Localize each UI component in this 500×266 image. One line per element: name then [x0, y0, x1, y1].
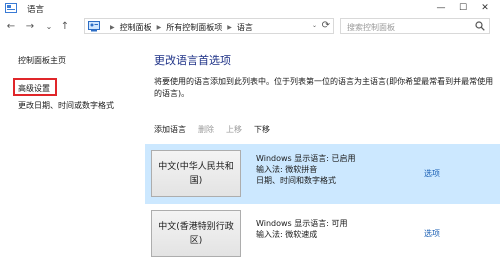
back-arrow-icon[interactable]: ←: [4, 19, 18, 33]
breadcrumb-item[interactable]: 所有控制面板项: [166, 22, 222, 33]
language-details: Windows 显示语言: 已启用 输入法: 微软拼音 日期、时间和数字格式: [256, 153, 356, 186]
sidebar-item-change-date-time-format[interactable]: 更改日期、时间或数字格式: [18, 100, 114, 111]
navigation-bar: ← → ⌄ ↑ ▶ 控制面板 ▶ 所有控制面板项 ▶ 语言 ⌄ ⟳ 搜索控制面板: [0, 16, 500, 36]
refresh-icon[interactable]: ⟳: [322, 20, 330, 31]
input-method: 输入法: 微软拼音: [256, 165, 318, 174]
forward-arrow-icon[interactable]: →: [23, 19, 37, 33]
language-toolbar: 添加语言 删除 上移 下移: [154, 124, 282, 135]
add-language-button[interactable]: 添加语言: [154, 124, 186, 135]
sidebar-item-control-panel-home[interactable]: 控制面板主页: [18, 55, 66, 66]
move-up-button[interactable]: 上移: [226, 124, 242, 135]
address-dropdown-icon[interactable]: ⌄: [312, 22, 317, 29]
main-content: 更改语言首选项 将要使用的语言添加到此列表中。位于列表第一位的语言为主语言(即你…: [145, 36, 500, 266]
language-name-button[interactable]: 中文(香港特别行政区): [151, 210, 241, 257]
window-title: 语言: [27, 5, 45, 15]
sidebar: 控制面板主页 高级设置 更改日期、时间或数字格式: [0, 36, 145, 266]
breadcrumb: ▶ 控制面板 ▶ 所有控制面板项 ▶ 语言: [105, 22, 253, 33]
breadcrumb-item[interactable]: 语言: [237, 22, 253, 33]
recent-locations-icon[interactable]: ⌄: [42, 19, 56, 33]
move-down-button[interactable]: 下移: [254, 124, 270, 135]
page-description: 将要使用的语言添加到此列表中。位于列表第一位的语言为主语言(即你希望最常看到并最…: [154, 77, 494, 98]
breadcrumb-item[interactable]: 控制面板: [120, 22, 152, 33]
up-arrow-icon[interactable]: ↑: [58, 19, 72, 33]
language-row-zh-cn[interactable]: 中文(中华人民共和国) Windows 显示语言: 已启用 输入法: 微软拼音 …: [145, 144, 500, 204]
minimize-button[interactable]: —: [430, 0, 452, 16]
close-button[interactable]: ✕: [474, 0, 496, 16]
display-language-status: Windows 显示语言: 已启用: [256, 154, 356, 163]
title-bar: 语言 — ☐ ✕: [0, 0, 500, 16]
language-details: Windows 显示语言: 可用 输入法: 微软速成: [256, 218, 348, 240]
breadcrumb-separator-icon: ▶: [110, 24, 115, 31]
language-app-icon: [5, 3, 17, 13]
breadcrumb-separator-icon[interactable]: ▶: [227, 24, 232, 31]
maximize-button[interactable]: ☐: [452, 0, 474, 16]
display-language-status: Windows 显示语言: 可用: [256, 219, 348, 228]
format-status: 日期、时间和数字格式: [256, 176, 336, 185]
page-title: 更改语言首选项: [154, 54, 231, 67]
language-name-button[interactable]: 中文(中华人民共和国): [151, 150, 241, 197]
control-panel-icon: [88, 21, 100, 32]
breadcrumb-separator-icon[interactable]: ▶: [157, 24, 162, 31]
remove-button[interactable]: 删除: [198, 124, 214, 135]
options-link[interactable]: 选项: [424, 228, 440, 239]
search-box[interactable]: 搜索控制面板: [340, 18, 490, 34]
language-row-zh-hk[interactable]: 中文(香港特别行政区) Windows 显示语言: 可用 输入法: 微软速成 选…: [145, 204, 500, 264]
address-bar[interactable]: ▶ 控制面板 ▶ 所有控制面板项 ▶ 语言 ⌄ ⟳: [84, 18, 334, 34]
highlight-annotation-box: [13, 78, 57, 96]
input-method: 输入法: 微软速成: [256, 230, 318, 239]
search-placeholder: 搜索控制面板: [347, 23, 395, 32]
search-icon[interactable]: [475, 21, 485, 31]
options-link[interactable]: 选项: [424, 168, 440, 179]
